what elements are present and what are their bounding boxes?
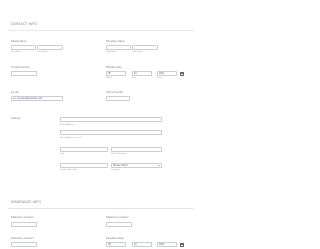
email-label: E-mail (11, 91, 19, 94)
expiration-date-label: Expiration Date (106, 237, 124, 240)
country-sublabel: Country (111, 169, 119, 171)
contact-section-title: CONTACT INFO (11, 22, 38, 26)
city-input[interactable] (60, 147, 108, 152)
birthday-date-label: Birthday Date (106, 66, 122, 69)
expiration-day-input[interactable]: 10 (132, 242, 152, 247)
physician-name-label: Physician Name (106, 40, 125, 43)
patient-first-name-input[interactable] (11, 45, 36, 50)
expiration-year-input[interactable]: 2021 (157, 242, 177, 247)
chevron-down-icon (158, 165, 160, 166)
street-address-2-input[interactable] (60, 130, 162, 135)
postal-zip-sublabel: Postal / Zip Code (60, 169, 77, 171)
physician-last-name-sublabel: Last Name (132, 51, 143, 53)
physician-first-name-input[interactable] (106, 45, 131, 50)
email-input[interactable]: ex: myname@example.com (11, 96, 63, 101)
street-address-2-sublabel: Street Address Line 2 (60, 137, 81, 139)
physician-last-name-input[interactable] (132, 45, 158, 50)
state-province-input[interactable] (111, 147, 162, 152)
contact-number-input[interactable] (11, 71, 37, 76)
expiration-month-input[interactable]: 05 (106, 242, 126, 247)
state-province-sublabel: State / Province (111, 153, 127, 155)
reference-location-2-input[interactable] (106, 222, 132, 227)
reference-location-3-label: Reference Location (11, 237, 34, 240)
reference-location-1-label: Reference Location (11, 216, 34, 219)
address-label: Address (11, 117, 21, 120)
birthday-year-input[interactable]: 2021 (157, 71, 177, 76)
patient-last-name-input[interactable] (37, 45, 63, 50)
birthday-year-sublabel: Year (157, 77, 162, 79)
contact-number-label: Contact Number (11, 66, 30, 69)
country-select[interactable]: Please Select (111, 163, 162, 168)
phone-number-label: Phone Number (106, 91, 124, 94)
calendar-icon[interactable] (180, 71, 184, 76)
contact-divider (8, 30, 194, 31)
city-sublabel: City (60, 153, 64, 155)
street-address-input[interactable] (60, 117, 162, 122)
street-address-sublabel: Street Address (60, 124, 75, 126)
physician-first-name-sublabel: First Name (106, 51, 117, 53)
reference-location-2-label: Reference Location (106, 216, 129, 219)
calendar-icon[interactable] (180, 242, 184, 247)
birthday-day-input[interactable]: 10 (132, 71, 152, 76)
phone-number-input[interactable] (106, 96, 130, 101)
reference-location-1-input[interactable] (11, 222, 37, 227)
patient-last-name-sublabel: Last Name (37, 51, 48, 53)
insurance-section-title: INSURANCE INFO (11, 200, 42, 204)
patient-first-name-sublabel: First Name (11, 51, 22, 53)
birthday-month-sublabel: Month (106, 77, 113, 79)
patient-name-label: Patient Name (11, 40, 27, 43)
country-select-value: Please Select (113, 163, 128, 167)
postal-zip-input[interactable] (60, 163, 108, 168)
birthday-month-input[interactable]: 05 (106, 71, 126, 76)
reference-location-3-input[interactable] (11, 242, 37, 247)
insurance-divider (8, 208, 194, 209)
birthday-day-sublabel: Day (132, 77, 136, 79)
